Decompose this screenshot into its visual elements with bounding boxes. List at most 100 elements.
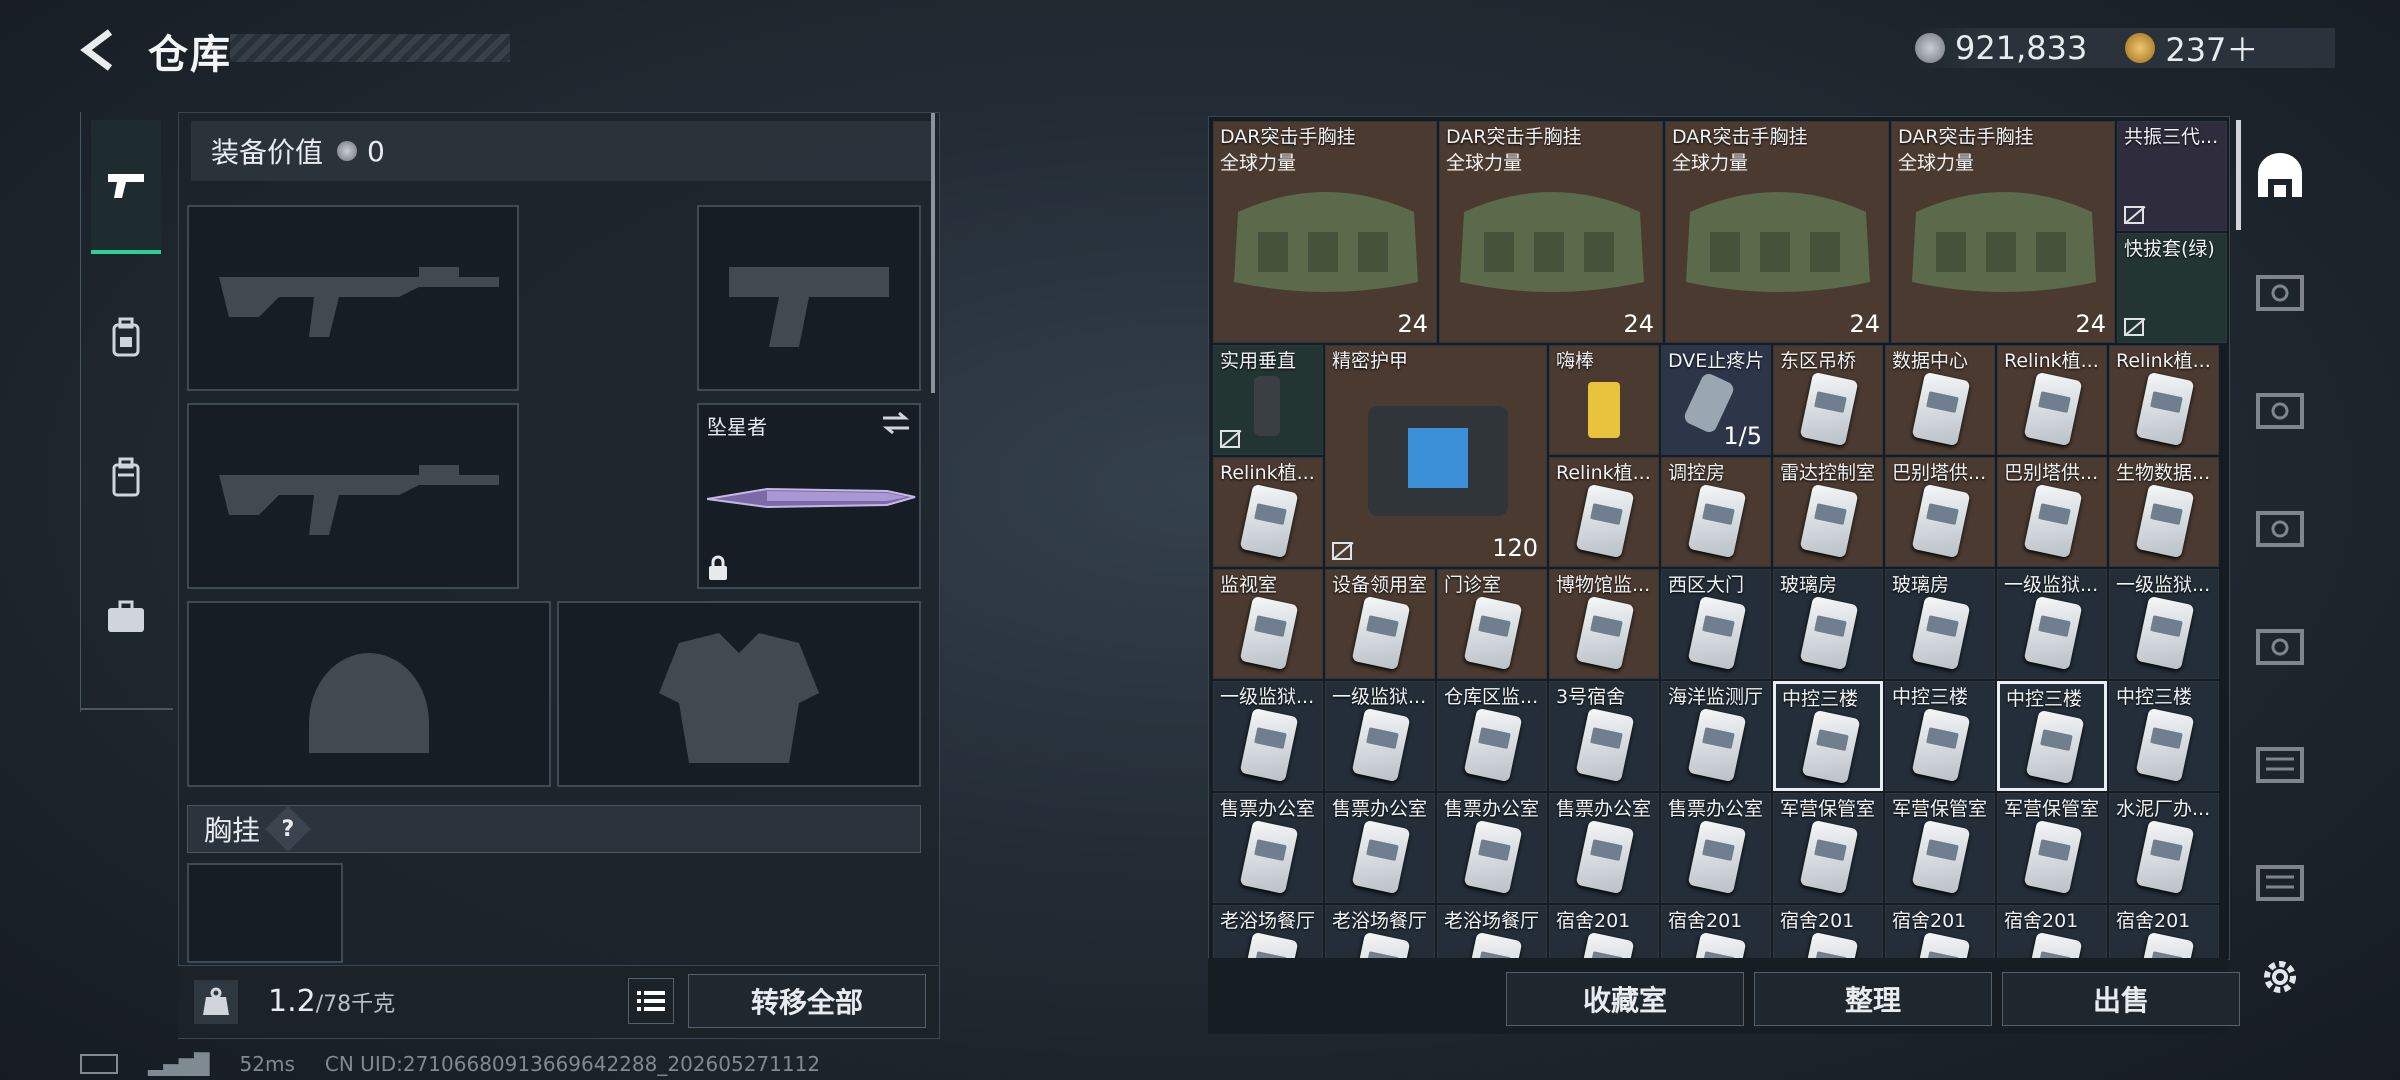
- warehouse-icon: [2258, 153, 2302, 197]
- keycard-item[interactable]: 一级监狱...: [1325, 681, 1435, 791]
- inventory-item[interactable]: 精密护甲 120: [1325, 345, 1547, 567]
- tab-warehouse[interactable]: [2250, 150, 2310, 200]
- keycard-item[interactable]: 老浴场餐厅: [1437, 905, 1547, 959]
- loadout-scrollbar[interactable]: [931, 113, 935, 393]
- sidearm-slot[interactable]: [697, 205, 921, 391]
- chest-rig-slot[interactable]: [187, 863, 343, 963]
- keycard-image: [1239, 483, 1299, 559]
- nav-bag[interactable]: [91, 442, 161, 512]
- keycard-item-selected[interactable]: 中控三楼: [1997, 681, 2107, 791]
- keycard-item[interactable]: 中控三楼: [2109, 681, 2219, 791]
- keycard-item[interactable]: 一级监狱...: [2109, 569, 2219, 679]
- keycard-item[interactable]: 生物数据...: [2109, 457, 2219, 567]
- keycard-item[interactable]: 一级监狱...: [1213, 681, 1323, 791]
- keycard-item[interactable]: 调控房: [1661, 457, 1771, 567]
- keycard-image: [1351, 819, 1411, 895]
- item-name: 老浴场餐厅: [1332, 910, 1428, 932]
- keycard-item[interactable]: Relink植...: [2109, 345, 2219, 455]
- keycard-item[interactable]: 中控三楼: [1885, 681, 1995, 791]
- keycard-item[interactable]: 售票办公室: [1549, 793, 1659, 903]
- inventory-item[interactable]: 快拔套(绿): [2117, 233, 2227, 343]
- swap-icon[interactable]: [881, 411, 911, 435]
- keycard-item[interactable]: 雷达控制室: [1773, 457, 1883, 567]
- helmet-slot[interactable]: [187, 601, 551, 787]
- keycard-item[interactable]: 售票办公室: [1213, 793, 1323, 903]
- help-icon[interactable]: ?: [265, 806, 311, 852]
- keycard-item[interactable]: 设备领用室: [1325, 569, 1435, 679]
- keycard-item[interactable]: 售票办公室: [1661, 793, 1771, 903]
- page-title: 仓库: [148, 32, 232, 78]
- keycard-item[interactable]: 水泥厂办...: [2109, 793, 2219, 903]
- sort-button[interactable]: 整理: [1754, 972, 1992, 1026]
- keycard-item[interactable]: 东区吊桥: [1773, 345, 1883, 455]
- keycard-item[interactable]: Relink植...: [1549, 457, 1659, 567]
- settings-button[interactable]: [2250, 952, 2310, 1002]
- keycard-item[interactable]: 宿舍201: [1773, 905, 1883, 959]
- keycard-item[interactable]: 售票办公室: [1325, 793, 1435, 903]
- tab-cabinet-4b[interactable]: [2250, 858, 2310, 908]
- keycard-image: [2135, 595, 2195, 671]
- primary-weapon-slot[interactable]: [187, 205, 519, 391]
- keycard-item[interactable]: 一级监狱...: [1997, 569, 2107, 679]
- keycard-item[interactable]: 数据中心: [1885, 345, 1995, 455]
- keycard-item[interactable]: 宿舍201: [1885, 905, 1995, 959]
- keycard-image: [1575, 595, 1635, 671]
- bond-amount[interactable]: 237＋: [2165, 25, 2258, 71]
- keycard-item[interactable]: 3号宿舍: [1549, 681, 1659, 791]
- back-button[interactable]: [78, 28, 122, 72]
- nav-armor[interactable]: [91, 302, 161, 372]
- keycard-item[interactable]: 售票办公室: [1437, 793, 1547, 903]
- inventory-item[interactable]: 嗨棒: [1549, 345, 1659, 455]
- sell-button[interactable]: 出售: [2002, 972, 2240, 1026]
- coin-icon: [337, 141, 358, 161]
- keycard-item[interactable]: 军营保管室: [1885, 793, 1995, 903]
- melee-slot[interactable]: 坠星者: [697, 403, 921, 589]
- inventory-item[interactable]: DAR突击手胸挂 全球力量 24: [1665, 121, 1889, 343]
- body-armor-slot[interactable]: [557, 601, 921, 787]
- item-name: Relink植...: [2116, 350, 2211, 372]
- tab-cabinet-4[interactable]: [2250, 740, 2310, 790]
- keycard-item-selected[interactable]: 中控三楼: [1773, 681, 1883, 791]
- keycard-item[interactable]: 宿舍201: [1549, 905, 1659, 959]
- keycard-item[interactable]: 门诊室: [1437, 569, 1547, 679]
- nav-weapons[interactable]: [91, 120, 161, 254]
- keycard-item[interactable]: 巴别塔供...: [1997, 457, 2107, 567]
- keycard-item[interactable]: 海洋监测厅: [1661, 681, 1771, 791]
- help-glyph: ?: [281, 816, 295, 842]
- inventory-item[interactable]: DAR突击手胸挂 全球力量 24: [1213, 121, 1437, 343]
- keycard-item[interactable]: Relink植...: [1213, 457, 1323, 567]
- inventory-item[interactable]: DAR突击手胸挂 全球力量 24: [1891, 121, 2115, 343]
- inventory-item[interactable]: DVE止疼片 1/5: [1661, 345, 1771, 455]
- keycard-item[interactable]: Relink植...: [1997, 345, 2107, 455]
- keycard-item[interactable]: 宿舍201: [1661, 905, 1771, 959]
- keycard-item[interactable]: 军营保管室: [1773, 793, 1883, 903]
- keycard-item[interactable]: 仓库区监...: [1437, 681, 1547, 791]
- nav-toolbox[interactable]: [91, 582, 161, 652]
- keycard-item[interactable]: 老浴场餐厅: [1325, 905, 1435, 959]
- keycard-item[interactable]: 军营保管室: [1997, 793, 2107, 903]
- keycard-item[interactable]: 宿舍201: [2109, 905, 2219, 959]
- no-loot-icon: [1220, 430, 1240, 448]
- transfer-all-button[interactable]: 转移全部: [688, 974, 926, 1028]
- secondary-weapon-slot[interactable]: [187, 403, 519, 589]
- tab-safe-box-4a[interactable]: [2250, 386, 2310, 436]
- collection-room-button[interactable]: 收藏室: [1506, 972, 1744, 1026]
- item-name: 宿舍201: [2004, 910, 2079, 932]
- keycard-item[interactable]: 玻璃房: [1885, 569, 1995, 679]
- keycard-item[interactable]: 监视室: [1213, 569, 1323, 679]
- tab-safe-box-5[interactable]: [2250, 268, 2310, 318]
- item-name: 3号宿舍: [1556, 686, 1626, 708]
- coin-amount: 921,833: [1955, 29, 2088, 67]
- tab-safe-box-4b[interactable]: [2250, 504, 2310, 554]
- keycard-item[interactable]: 巴别塔供...: [1885, 457, 1995, 567]
- keycard-item[interactable]: 宿舍201: [1997, 905, 2107, 959]
- inventory-item[interactable]: 共振三代...: [2117, 121, 2227, 231]
- keycard-item[interactable]: 博物馆监...: [1549, 569, 1659, 679]
- keycard-item[interactable]: 西区大门: [1661, 569, 1771, 679]
- tab-safe-box-4c[interactable]: [2250, 622, 2310, 672]
- inventory-item[interactable]: 实用垂直: [1213, 345, 1323, 455]
- inventory-item[interactable]: DAR突击手胸挂 全球力量 24: [1439, 121, 1663, 343]
- list-view-button[interactable]: [628, 978, 674, 1024]
- keycard-item[interactable]: 玻璃房: [1773, 569, 1883, 679]
- keycard-item[interactable]: 老浴场餐厅: [1213, 905, 1323, 959]
